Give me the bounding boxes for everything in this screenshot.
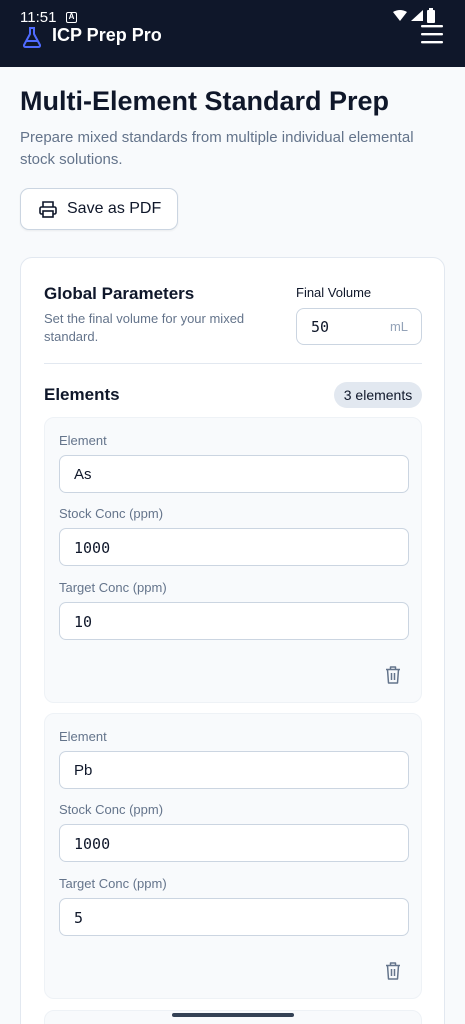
- element-input[interactable]: Pb: [59, 751, 409, 789]
- target-conc-input[interactable]: 5: [59, 898, 409, 936]
- final-volume-input[interactable]: 50 mL: [296, 308, 422, 345]
- element-value: Pb: [74, 762, 93, 779]
- battery-icon: [427, 8, 435, 23]
- final-volume-unit: mL: [389, 319, 408, 334]
- stock-conc-label: Stock Conc (ppm): [59, 802, 164, 817]
- wifi-icon: [393, 10, 407, 21]
- signal-icon: [411, 10, 423, 21]
- page-subtitle: Prepare mixed standards from multiple in…: [20, 129, 414, 168]
- printer-icon: [39, 200, 57, 218]
- page-title: Multi-Element Standard Prep: [20, 86, 390, 116]
- element-card: Element As Stock Conc (ppm) 1000 Target …: [44, 417, 422, 703]
- flask-icon: [22, 27, 42, 48]
- status-icons: [393, 8, 435, 23]
- final-volume-label: Final Volume: [296, 285, 372, 300]
- element-value: As: [74, 466, 92, 483]
- element-card: Element Pb Stock Conc (ppm) 1000 Target …: [44, 713, 422, 999]
- home-indicator[interactable]: [172, 1013, 294, 1017]
- element-input[interactable]: As: [59, 455, 409, 493]
- target-conc-label: Target Conc (ppm): [59, 580, 167, 595]
- save-pdf-button[interactable]: Save as PDF: [20, 188, 178, 230]
- elements-title: Elements: [44, 385, 120, 404]
- app-title: ICP Prep Pro: [52, 25, 162, 45]
- target-conc-label: Target Conc (ppm): [59, 876, 167, 891]
- stock-conc-input[interactable]: 1000: [59, 528, 409, 566]
- final-volume-value: 50: [311, 318, 330, 336]
- target-conc-value: 5: [74, 909, 84, 927]
- notification-badge: A: [66, 12, 77, 23]
- trash-icon[interactable]: [385, 666, 401, 684]
- global-params-title: Global Parameters: [44, 284, 195, 303]
- global-params-description: Set the final volume for your mixed stan…: [44, 311, 245, 344]
- elements-count-badge: 3 elements: [334, 382, 422, 408]
- element-label: Element: [59, 729, 107, 744]
- stock-conc-input[interactable]: 1000: [59, 824, 409, 862]
- target-conc-input[interactable]: 10: [59, 602, 409, 640]
- target-conc-value: 10: [74, 613, 93, 631]
- hamburger-menu-icon[interactable]: [421, 24, 443, 44]
- stock-conc-label: Stock Conc (ppm): [59, 506, 164, 521]
- status-time: 11:51: [20, 9, 57, 26]
- section-divider: [44, 363, 422, 364]
- stock-conc-value: 1000: [74, 835, 111, 853]
- element-label: Element: [59, 433, 107, 448]
- trash-icon[interactable]: [385, 962, 401, 980]
- stock-conc-value: 1000: [74, 539, 111, 557]
- app-header: 11:51 A ICP Prep Pro: [0, 0, 465, 67]
- save-pdf-label: Save as PDF: [67, 200, 162, 217]
